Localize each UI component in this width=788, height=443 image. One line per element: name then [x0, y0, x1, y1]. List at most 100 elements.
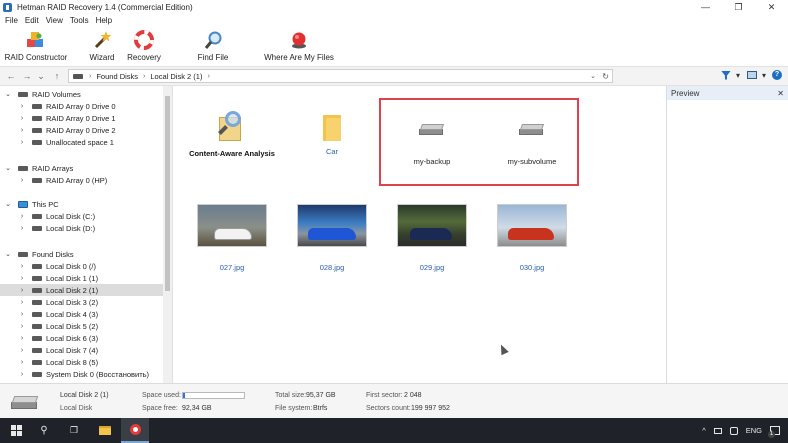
space-used-label: Space used:	[142, 392, 181, 399]
tree-scrollbar[interactable]	[163, 86, 172, 383]
help-icon[interactable]: ?	[772, 70, 782, 80]
collapse-chevron-icon[interactable]: ›	[18, 127, 26, 134]
menu-help[interactable]: Help	[96, 16, 112, 25]
collapse-chevron-icon[interactable]: ›	[18, 287, 26, 294]
tray-expand-icon[interactable]: ^	[702, 426, 706, 435]
tree-item-selected[interactable]: › Local Disk 2 (1)	[0, 284, 163, 296]
total-size-label: Total size:	[275, 392, 307, 399]
collapse-chevron-icon[interactable]: ›	[18, 359, 26, 366]
item-label: 029.jpg	[419, 263, 445, 272]
refresh-icon[interactable]: ↻	[602, 72, 609, 81]
search-icon[interactable]: ⚲	[34, 418, 54, 443]
breadcrumb-found-disks[interactable]: Found Disks	[96, 72, 138, 81]
where-are-my-files-button[interactable]: Where Are My Files	[264, 30, 334, 66]
tree-this-pc[interactable]: ⌄ This PC	[0, 198, 163, 210]
collapse-chevron-icon[interactable]: ›	[18, 299, 26, 306]
tree-item[interactable]: › Local Disk 1 (1)	[0, 272, 163, 284]
collapse-chevron-icon[interactable]: ›	[18, 263, 26, 270]
space-used-fill	[183, 393, 185, 398]
tree-item[interactable]: › RAID Array 0 Drive 2	[0, 124, 163, 136]
network-icon[interactable]	[713, 427, 722, 434]
collapse-chevron-icon[interactable]: ›	[18, 371, 26, 378]
image-thumbnail	[197, 204, 267, 247]
folder-item[interactable]: Car	[282, 111, 382, 156]
tree-item[interactable]: › System Disk 0 (Восстановить)	[0, 368, 163, 380]
preview-close-icon[interactable]: ✕	[777, 89, 784, 98]
breadcrumb-local-disk-2[interactable]: Local Disk 2 (1)	[150, 72, 202, 81]
tree-item[interactable]: › Local Disk 5 (2)	[0, 320, 163, 332]
tree-raid-volumes[interactable]: ⌄ RAID Volumes	[0, 88, 163, 100]
raid-icon	[18, 91, 28, 97]
image-file-item[interactable]: 029.jpg	[382, 204, 482, 272]
recovery-button[interactable]: Recovery	[127, 30, 161, 66]
content-aware-analysis-item[interactable]: Content-Aware Analysis	[182, 111, 282, 158]
wizard-button[interactable]: Wizard	[88, 30, 116, 66]
scrollbar-thumb[interactable]	[165, 96, 170, 291]
tree-item[interactable]: › Local Disk 7 (4)	[0, 344, 163, 356]
tree-item[interactable]: › RAID Array 0 (HP)	[0, 174, 163, 186]
tree-found-disks[interactable]: ⌄ Found Disks	[0, 248, 163, 260]
preview-panel: Preview ✕	[666, 86, 788, 383]
tree-label: Local Disk 3 (2)	[46, 297, 99, 307]
collapse-chevron-icon[interactable]: ›	[18, 139, 26, 146]
expand-chevron-icon[interactable]: ⌄	[4, 90, 12, 98]
start-button[interactable]	[6, 418, 26, 443]
path-field[interactable]: › Found Disks › Local Disk 2 (1) › ⌄ ↻	[68, 69, 613, 83]
tree-label: Local Disk 1 (1)	[46, 273, 99, 283]
tree-item[interactable]: › Local Disk (D:)	[0, 222, 163, 234]
up-arrow-icon[interactable]: ↑	[51, 71, 63, 81]
tree-item[interactable]: › Local Disk 8 (5)	[0, 356, 163, 368]
back-arrow-icon[interactable]: ←	[5, 71, 17, 81]
tree-item[interactable]: › Local Disk 0 (/)	[0, 260, 163, 272]
menu-file[interactable]: File	[5, 16, 18, 25]
raid-constructor-button[interactable]: RAID Constructor	[5, 30, 67, 66]
language-indicator[interactable]: ENG	[746, 426, 762, 435]
tree-item[interactable]: › Local Disk 4 (3)	[0, 308, 163, 320]
collapse-chevron-icon[interactable]: ›	[18, 347, 26, 354]
puzzle-icon	[26, 30, 46, 50]
tree-item[interactable]: › Local Disk 6 (3)	[0, 332, 163, 344]
close-button[interactable]: ✕	[755, 0, 788, 15]
menu-view[interactable]: View	[46, 16, 63, 25]
menu-tools[interactable]: Tools	[70, 16, 89, 25]
collapse-chevron-icon[interactable]: ›	[18, 213, 26, 220]
raid-recovery-taskbar-button[interactable]	[121, 418, 149, 443]
filter-icon[interactable]	[720, 70, 731, 80]
image-file-item[interactable]: 027.jpg	[182, 204, 282, 272]
expand-chevron-icon[interactable]: ⌄	[4, 164, 12, 172]
history-dropdown-icon[interactable]: ⌄	[35, 71, 47, 82]
minimize-button[interactable]: —	[689, 0, 722, 15]
tree-item[interactable]: › Local Disk (C:)	[0, 210, 163, 222]
path-dropdown-icon[interactable]: ⌄	[590, 72, 596, 80]
notification-icon[interactable]: 1	[768, 426, 780, 438]
drive-icon	[32, 213, 42, 219]
task-view-icon[interactable]: ❐	[64, 418, 84, 443]
image-file-item[interactable]: 028.jpg	[282, 204, 382, 272]
view-dropdown-icon[interactable]: ▾	[762, 71, 766, 80]
collapse-chevron-icon[interactable]: ›	[18, 335, 26, 342]
collapse-chevron-icon[interactable]: ›	[18, 225, 26, 232]
collapse-chevron-icon[interactable]: ›	[18, 177, 26, 184]
find-file-button[interactable]: Find File	[197, 30, 229, 66]
collapse-chevron-icon[interactable]: ›	[18, 103, 26, 110]
collapse-chevron-icon[interactable]: ›	[18, 323, 26, 330]
maximize-button[interactable]: ❐	[722, 0, 755, 15]
collapse-chevron-icon[interactable]: ›	[18, 275, 26, 282]
collapse-chevron-icon[interactable]: ›	[18, 311, 26, 318]
view-mode-icon[interactable]	[746, 71, 757, 79]
tree-item[interactable]: › Unallocated space 1	[0, 136, 163, 148]
item-label: 030.jpg	[519, 263, 545, 272]
volume-icon[interactable]	[729, 426, 738, 435]
collapse-chevron-icon[interactable]: ›	[18, 115, 26, 122]
menu-edit[interactable]: Edit	[25, 16, 39, 25]
file-explorer-taskbar-button[interactable]	[94, 418, 116, 443]
expand-chevron-icon[interactable]: ⌄	[4, 250, 12, 258]
filter-dropdown-icon[interactable]: ▾	[736, 71, 740, 80]
tree-item[interactable]: › RAID Array 0 Drive 0	[0, 100, 163, 112]
tree-raid-arrays[interactable]: ⌄ RAID Arrays	[0, 162, 163, 174]
forward-arrow-icon[interactable]: →	[21, 71, 33, 81]
tree-item[interactable]: › Local Disk 3 (2)	[0, 296, 163, 308]
image-file-item[interactable]: 030.jpg	[482, 204, 582, 272]
tree-item[interactable]: › RAID Array 0 Drive 1	[0, 112, 163, 124]
expand-chevron-icon[interactable]: ⌄	[4, 200, 12, 208]
